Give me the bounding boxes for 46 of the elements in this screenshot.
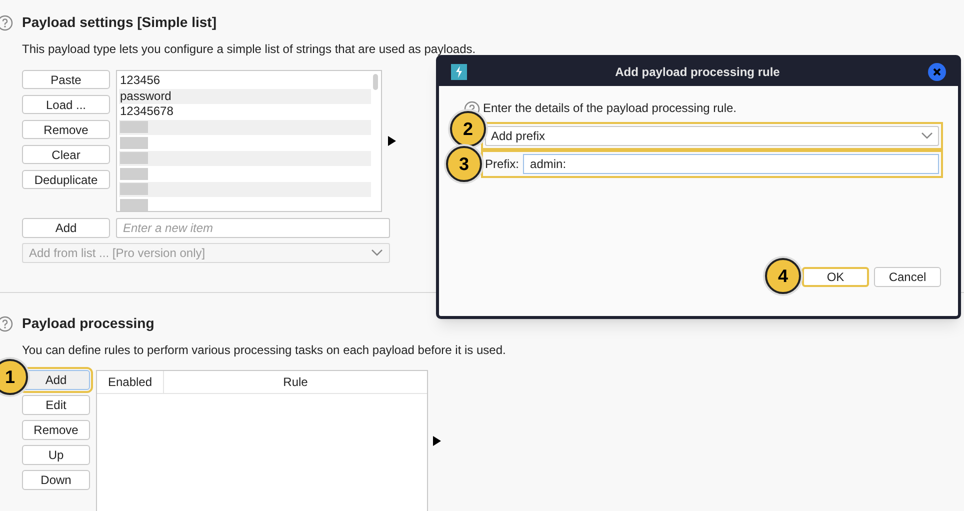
payload-list[interactable]: 123456 password 12345678 [116, 70, 382, 212]
list-action-button[interactable]: Remove [22, 120, 110, 139]
dialog-button[interactable]: OK [802, 267, 869, 287]
help-icon [0, 316, 13, 332]
rule-type-dropdown[interactable]: Add prefix [485, 126, 939, 146]
chevron-down-icon [371, 249, 383, 257]
list-action-button[interactable]: Deduplicate [22, 170, 110, 189]
redacted-item [120, 121, 148, 134]
redacted-item [120, 152, 148, 164]
redacted-item [120, 198, 148, 211]
step-number-badge: 3 [446, 146, 482, 182]
column-header[interactable]: Rule [164, 371, 427, 393]
rule-action-button[interactable]: Edit [22, 395, 90, 415]
list-item[interactable]: password [119, 88, 371, 104]
chevron-down-icon [921, 132, 933, 140]
section-description: This payload type lets you configure a simple list of strings that are used as payloads. [22, 41, 477, 58]
step-number-badge: 1 [0, 359, 28, 395]
add-item-button[interactable]: Add [22, 218, 110, 238]
list-action-button[interactable]: Clear [22, 145, 110, 164]
redacted-item [120, 168, 148, 180]
dialog-button[interactable]: Cancel [874, 267, 941, 287]
close-button[interactable] [928, 63, 946, 81]
expand-arrow-icon[interactable] [388, 136, 396, 146]
section-description: You can define rules to perform various processing tasks on each payload before it is used. [22, 342, 507, 359]
list-action-button[interactable]: Load ... [22, 95, 110, 114]
redacted-item [120, 136, 148, 149]
rule-action-button[interactable]: Remove [22, 420, 90, 440]
rule-action-button[interactable]: Down [22, 470, 90, 490]
list-action-button[interactable]: Paste [22, 70, 110, 89]
section-title: Payload processing [22, 314, 154, 333]
column-header[interactable]: Enabled [97, 371, 164, 393]
close-icon [933, 68, 941, 76]
new-item-field[interactable]: Enter a new item [116, 218, 390, 238]
rule-action-button[interactable]: Up [22, 445, 90, 465]
scrollbar-thumb[interactable] [373, 74, 378, 90]
help-icon [0, 14, 13, 30]
expand-arrow-icon[interactable] [433, 436, 441, 446]
app-logo-icon [451, 64, 467, 80]
redacted-item [120, 183, 148, 196]
dialog-title: Add payload processing rule [614, 64, 781, 81]
step-number-badge: 4 [765, 258, 801, 294]
dialog-instruction: Enter the details of the payload processing rule. [483, 100, 736, 117]
rule-action-button[interactable]: Add [22, 370, 90, 390]
section-title: Payload settings [Simple list] [22, 13, 216, 32]
prefix-label: Prefix: [485, 156, 520, 173]
prefix-field[interactable]: admin: [523, 154, 939, 174]
